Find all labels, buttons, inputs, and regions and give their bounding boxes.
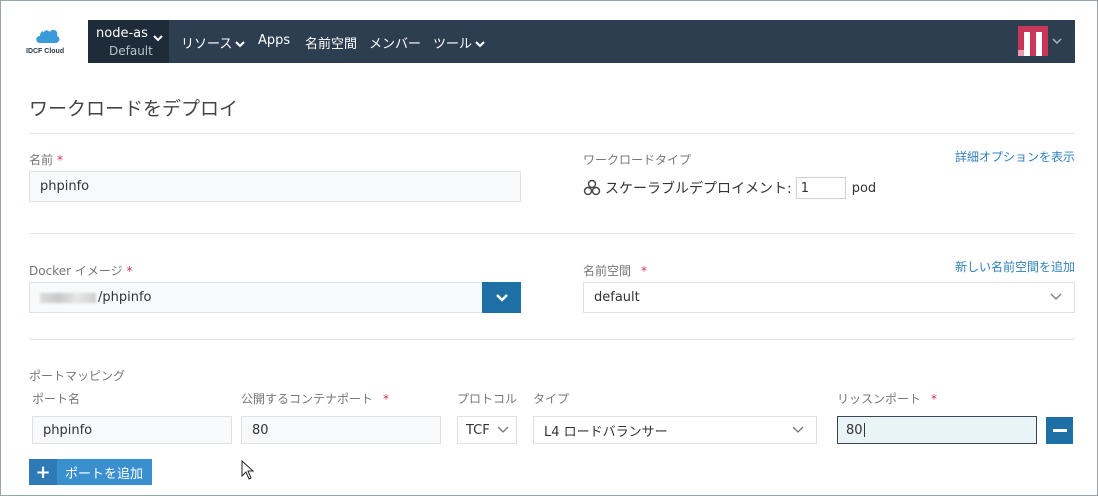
pod-count-input[interactable]: 1 xyxy=(795,177,846,199)
chevron-down-icon[interactable] xyxy=(1052,37,1062,45)
listen-port-header: リッスンポート * xyxy=(837,392,938,406)
container-port-input[interactable]: 80 xyxy=(241,416,441,444)
nav-namespaces-label: 名前空間 xyxy=(305,37,358,52)
container-port-header: 公開するコンテナポート * xyxy=(241,392,390,406)
remove-port-button[interactable] xyxy=(1046,417,1073,444)
required-mark: * xyxy=(931,392,938,406)
divider xyxy=(29,233,1075,234)
docker-image-dropdown-button[interactable] xyxy=(482,282,521,313)
service-type-value: L4 ロードバランサー xyxy=(544,424,668,440)
required-mark: * xyxy=(57,153,64,167)
chevron-down-icon xyxy=(1050,293,1062,300)
top-navbar: node-as Default リソース Apps 名前空間 メンバー ツール xyxy=(88,20,1075,63)
chevron-down-icon xyxy=(235,40,246,47)
minus-icon xyxy=(1052,428,1067,432)
user-avatar[interactable] xyxy=(1018,26,1048,56)
add-port-label: ポートを追加 xyxy=(65,466,144,482)
show-advanced-options-link[interactable]: 詳細オプションを表示 xyxy=(940,148,1075,165)
required-mark: * xyxy=(641,264,648,278)
nav-apps-label: Apps xyxy=(258,33,291,48)
workload-type-label: ワークロードタイプ xyxy=(583,153,692,167)
chevron-down-icon xyxy=(792,426,804,433)
cluster-name: node-as xyxy=(96,26,148,41)
type-header: タイプ xyxy=(533,392,570,406)
protocol-header: プロトコル xyxy=(457,392,518,406)
docker-image-input[interactable]: /phpinfo xyxy=(29,282,483,313)
required-mark: * xyxy=(383,392,390,406)
cluster-selector[interactable]: node-as Default xyxy=(88,20,169,63)
protocol-select[interactable]: TCF xyxy=(457,416,517,444)
service-type-select[interactable]: L4 ロードバランサー xyxy=(533,416,817,444)
name-input[interactable]: phpinfo xyxy=(29,171,521,202)
nav-members-label: メンバー xyxy=(369,37,422,52)
listen-port-input[interactable]: 80 xyxy=(837,416,1037,444)
port-name-input[interactable]: phpinfo xyxy=(32,416,232,444)
protocol-value: TCF xyxy=(466,422,490,438)
divider xyxy=(29,339,1075,340)
docker-image-value: /phpinfo xyxy=(98,290,152,305)
cloud-icon xyxy=(36,29,60,43)
port-name-header: ポート名 xyxy=(32,392,81,406)
project-name: Default xyxy=(109,44,153,58)
nav-resources[interactable]: リソース xyxy=(181,33,246,52)
chevron-down-icon xyxy=(495,293,508,302)
nav-namespaces[interactable]: 名前空間 xyxy=(305,33,357,52)
add-namespace-link[interactable]: 新しい名前空間を追加 xyxy=(940,258,1075,275)
nav-tools[interactable]: ツール xyxy=(433,33,485,52)
chevron-down-icon xyxy=(153,35,163,42)
scalable-deployment-label: スケーラブルデプロイメント: xyxy=(605,181,792,197)
plus-icon: + xyxy=(29,459,57,485)
namespace-label: 名前空間 * xyxy=(583,264,648,278)
name-label: 名前 * xyxy=(29,153,64,167)
nav-apps[interactable]: Apps xyxy=(258,33,290,48)
page-title: ワークロードをデプロイ xyxy=(29,98,239,120)
mouse-cursor-icon xyxy=(241,460,255,480)
nav-tools-label: ツール xyxy=(433,37,473,52)
chevron-down-icon xyxy=(475,40,485,47)
pod-unit-label: pod xyxy=(851,180,877,196)
nav-members[interactable]: メンバー xyxy=(369,33,421,52)
logo-text: IDCF Cloud xyxy=(26,48,65,55)
redacted-registry xyxy=(40,292,96,303)
docker-image-label: Docker イメージ * xyxy=(29,264,133,278)
namespace-select[interactable]: default xyxy=(583,282,1075,313)
namespace-value: default xyxy=(594,290,640,305)
scalable-deployment-icon xyxy=(583,179,601,196)
required-mark: * xyxy=(126,264,133,278)
idcf-cloud-logo[interactable]: IDCF Cloud xyxy=(26,26,66,60)
chevron-down-icon xyxy=(496,426,510,434)
add-port-button[interactable]: + ポートを追加 xyxy=(29,459,152,485)
port-mapping-label: ポートマッピング xyxy=(29,369,126,383)
divider xyxy=(29,133,1075,134)
workload-type-option: スケーラブルデプロイメント: 1 pod xyxy=(583,177,876,199)
nav-resources-label: リソース xyxy=(181,37,233,52)
